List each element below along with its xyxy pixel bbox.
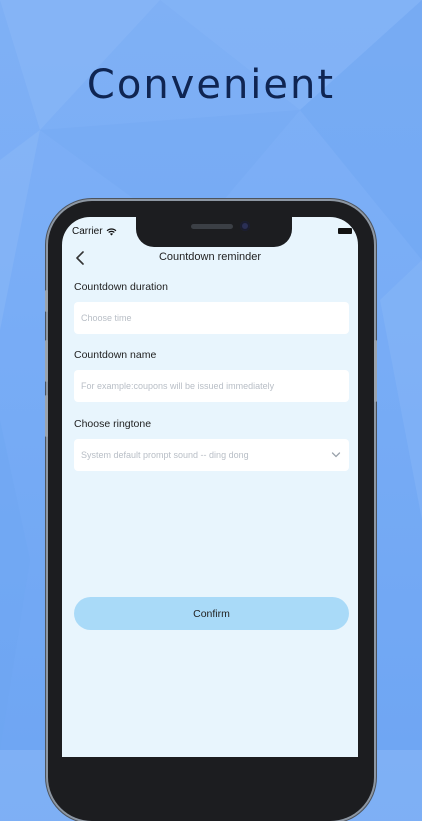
name-placeholder: For example:coupons will be issued immed…: [81, 381, 275, 391]
confirm-button[interactable]: Confirm: [74, 597, 349, 630]
headline: Convenient: [86, 62, 336, 108]
name-field[interactable]: For example:coupons will be issued immed…: [74, 370, 349, 402]
phone-side-button: [374, 340, 377, 402]
chevron-down-icon: [331, 452, 341, 458]
page-title: Countdown reminder: [158, 251, 262, 263]
phone-side-button: [45, 290, 48, 312]
phone-screen: Carrier Countdown reminder Countdown dur…: [62, 217, 358, 757]
status-bar: Carrier: [72, 226, 117, 237]
ringtone-select[interactable]: System default prompt sound -- ding dong: [74, 439, 349, 471]
nav-bar: Countdown reminder: [62, 247, 358, 269]
phone-notch: [136, 217, 292, 247]
phone-side-button: [45, 340, 48, 382]
duration-placeholder: Choose time: [81, 313, 132, 323]
ringtone-value: System default prompt sound -- ding dong: [81, 450, 249, 460]
phone-side-button: [45, 395, 48, 437]
front-camera: [240, 221, 250, 231]
duration-label: Countdown duration: [74, 281, 168, 293]
wifi-icon: [106, 228, 116, 236]
carrier-label: Carrier: [72, 226, 103, 237]
speaker-grille: [191, 224, 233, 229]
battery-icon: [338, 228, 352, 234]
name-label: Countdown name: [74, 349, 157, 361]
duration-field[interactable]: Choose time: [74, 302, 349, 334]
ringtone-label: Choose ringtone: [74, 418, 152, 430]
